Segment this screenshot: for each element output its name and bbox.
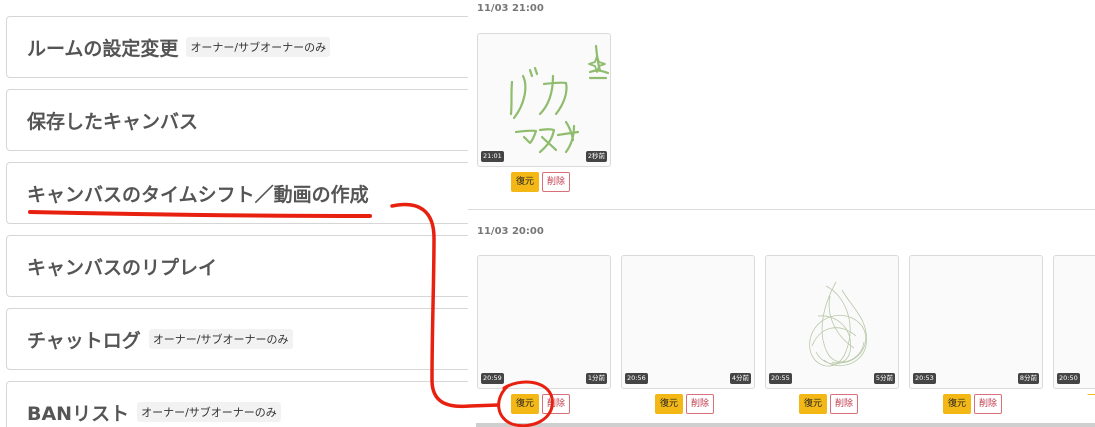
canvas-ago-tag: 4分前	[729, 373, 751, 384]
canvas-ago-tag: 2秒前	[585, 151, 607, 162]
canvas-thumbnail[interactable]: 20:55 5分前	[765, 255, 899, 389]
canvas-ago-tag: 8分前	[1017, 373, 1039, 384]
delete-button[interactable]: 削除	[542, 172, 571, 192]
canvas-time-tag: 20:55	[769, 373, 792, 384]
canvas-card: 20:55 5分前 復元 削除	[765, 255, 899, 414]
group-divider	[468, 209, 1095, 210]
delete-button[interactable]: 削除	[542, 394, 571, 414]
canvas-thumbnail[interactable]: 21:01 2秒前	[477, 33, 611, 167]
canvas-card: 21:01 2秒前 復元 削除	[477, 33, 611, 192]
canvas-thumbnail[interactable]: 20:50	[1053, 255, 1095, 389]
canvas-actions: 復元	[1087, 394, 1095, 395]
canvas-actions: 復元 削除	[655, 394, 715, 414]
canvas-card-partial: 20:50 復元	[1053, 255, 1095, 395]
scribble-drawing	[809, 281, 867, 367]
canvas-card: 20:53 8分前 復元 削除	[909, 255, 1043, 414]
restore-button[interactable]: 復元	[943, 394, 972, 414]
delete-button[interactable]: 削除	[830, 394, 859, 414]
menu-item-label: キャンバスのリプレイ	[27, 256, 218, 279]
canvas-actions: 復元 削除	[799, 394, 859, 414]
canvas-card: 20:56 4分前 復元 削除	[621, 255, 755, 414]
canvas-time-tag: 20:56	[625, 373, 648, 384]
canvas-thumbnail[interactable]: 20:53 8分前	[909, 255, 1043, 389]
horizontal-scrollbar[interactable]	[476, 423, 1095, 427]
owner-only-badge: オーナー/サブオーナーのみ	[137, 402, 281, 422]
restore-button[interactable]: 復元	[511, 394, 540, 414]
menu-item-room-settings[interactable]: ルームの設定変更 オーナー/サブオーナーのみ	[6, 16, 476, 78]
menu-item-label: キャンバスのタイムシフト／動画の作成	[27, 183, 369, 206]
delete-button[interactable]: 削除	[686, 394, 715, 414]
menu-item-saved-canvas[interactable]: 保存したキャンバス	[6, 89, 476, 151]
canvas-time-tag: 20:53	[913, 373, 936, 384]
canvas-actions: 復元 削除	[511, 172, 571, 192]
menu-item-label: チャットログ	[27, 329, 141, 352]
canvas-history-panel: 11/03 21:00 21:01 2秒前 復元 削除 11/03 20:00 …	[468, 0, 1095, 427]
canvas-thumbnail[interactable]: 20:56 4分前	[621, 255, 755, 389]
menu-item-ban-list[interactable]: BANリスト オーナー/サブオーナーのみ	[6, 381, 476, 427]
doodle-drawing	[509, 44, 610, 154]
canvas-time-tag: 20:50	[1057, 373, 1080, 384]
group-time-label: 11/03 20:00	[477, 226, 544, 237]
group-time-label: 11/03 21:00	[477, 3, 544, 14]
canvas-ago-tag: 1分前	[585, 373, 607, 384]
restore-button[interactable]: 復元	[799, 394, 828, 414]
menu-item-chat-log[interactable]: チャットログ オーナー/サブオーナーのみ	[6, 308, 476, 370]
canvas-actions: 復元 削除	[943, 394, 1003, 414]
canvas-time-tag: 21:01	[481, 151, 504, 162]
owner-only-badge: オーナー/サブオーナーのみ	[148, 329, 293, 349]
menu-item-timeshift[interactable]: キャンバスのタイムシフト／動画の作成	[6, 162, 476, 224]
restore-button[interactable]: 復元	[655, 394, 684, 414]
canvas-ago-tag: 5分前	[873, 373, 895, 384]
owner-only-badge: オーナー/サブオーナーのみ	[186, 37, 331, 57]
canvas-card: 20:59 1分前 復元 削除	[477, 255, 611, 414]
menu-item-replay[interactable]: キャンバスのリプレイ	[6, 235, 476, 297]
delete-button[interactable]: 削除	[974, 394, 1003, 414]
restore-button[interactable]: 復元	[1087, 394, 1095, 395]
canvas-thumbnail[interactable]: 20:59 1分前	[477, 255, 611, 389]
menu-item-label: BANリスト	[27, 402, 130, 425]
menu-item-label: ルームの設定変更	[27, 37, 179, 60]
menu-item-label: 保存したキャンバス	[27, 110, 199, 133]
canvas-time-tag: 20:59	[481, 373, 504, 384]
canvas-actions: 復元 削除	[511, 394, 571, 414]
restore-button[interactable]: 復元	[511, 172, 540, 192]
